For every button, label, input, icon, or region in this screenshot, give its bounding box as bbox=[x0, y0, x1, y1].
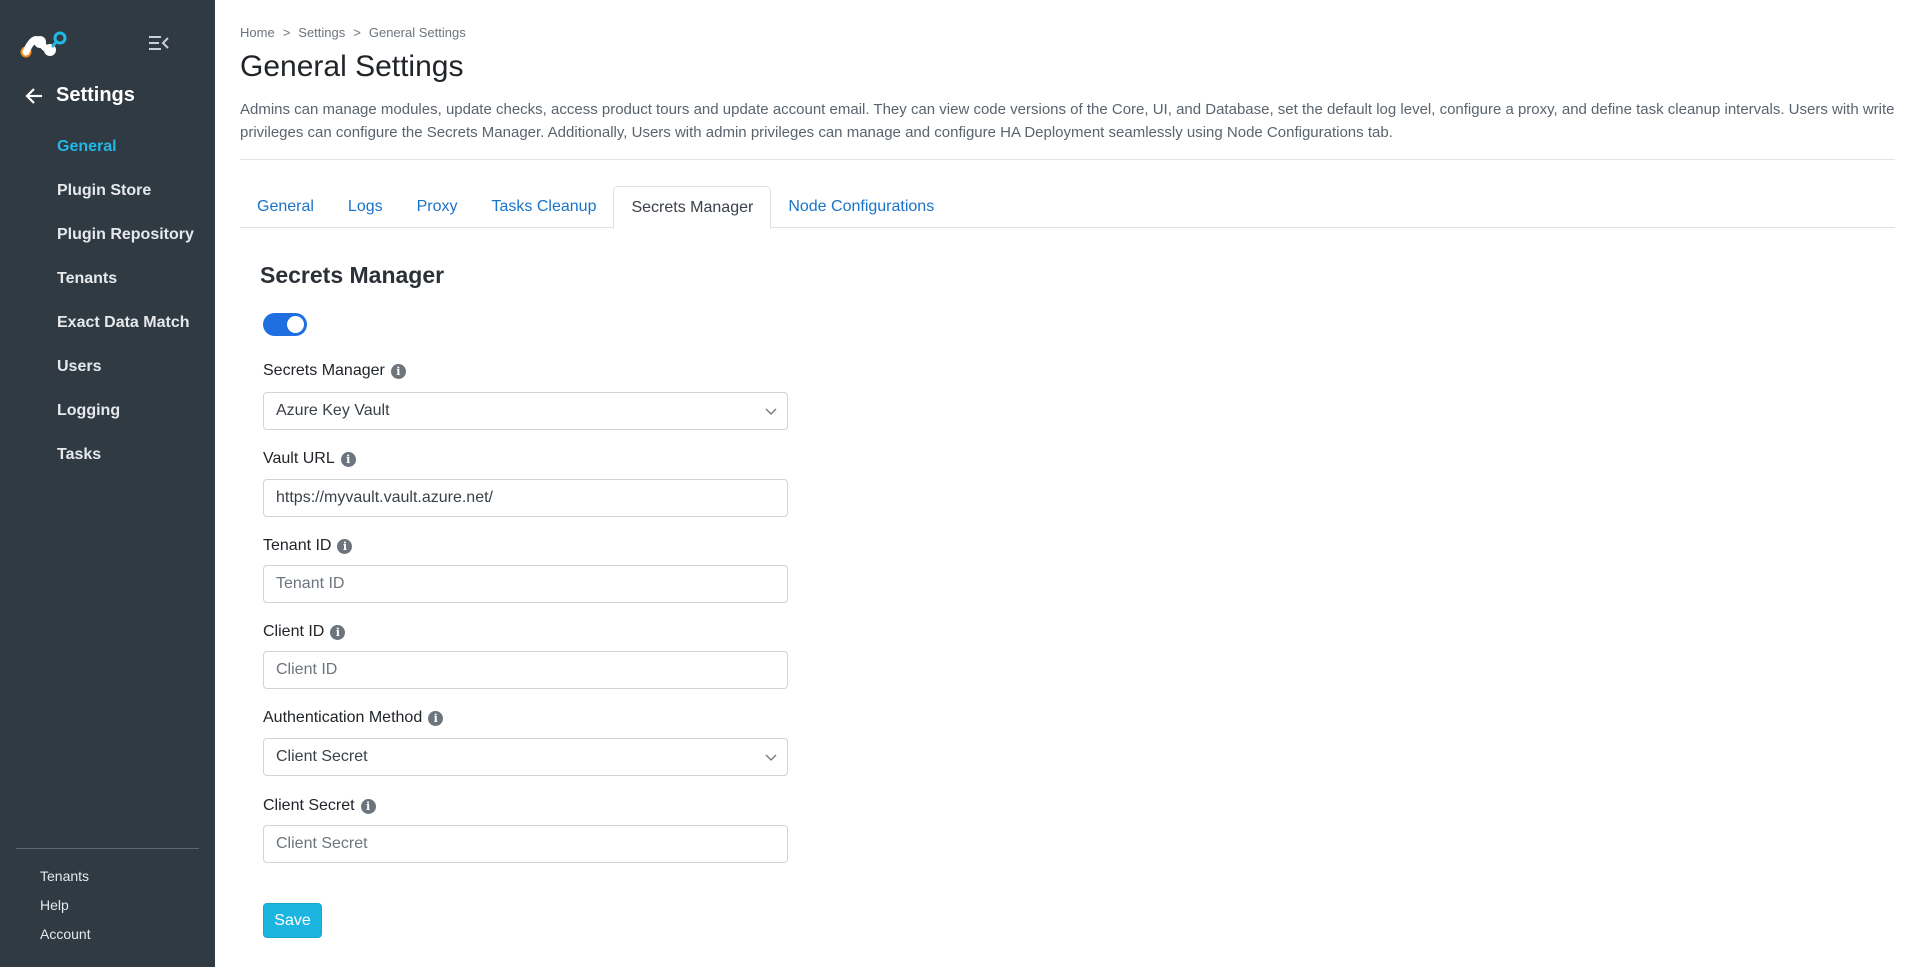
sidebar-item-exact-data-match[interactable]: Exact Data Match bbox=[57, 310, 194, 354]
section-title: Secrets Manager bbox=[260, 262, 445, 288]
header-divider bbox=[240, 159, 1895, 160]
toggle-knob bbox=[287, 316, 304, 333]
info-icon[interactable]: i bbox=[340, 451, 356, 467]
page-title: General Settings bbox=[240, 50, 464, 83]
client-id-label-text: Client ID bbox=[263, 623, 325, 640]
sidebar-bottom-account[interactable]: Account bbox=[40, 924, 91, 953]
logo-icon[interactable] bbox=[20, 30, 72, 60]
sidebar-bottom-nav: Tenants Help Account bbox=[40, 866, 91, 953]
auth-method-select[interactable]: Client Secret bbox=[263, 738, 788, 776]
client-id-input[interactable] bbox=[263, 651, 788, 689]
tab-logs[interactable]: Logs bbox=[331, 186, 400, 228]
tab-node-configurations[interactable]: Node Configurations bbox=[771, 186, 951, 228]
tab-secrets-manager[interactable]: Secrets Manager bbox=[613, 186, 772, 229]
sidebar-item-logging[interactable]: Logging bbox=[57, 398, 194, 442]
sidebar-item-general[interactable]: General bbox=[57, 134, 194, 178]
sidebar-item-plugin-store[interactable]: Plugin Store bbox=[57, 178, 194, 222]
secrets-manager-label-text: Secrets Manager bbox=[263, 362, 385, 379]
tenant-id-label-text: Tenant ID bbox=[263, 537, 332, 554]
client-secret-label-text: Client Secret bbox=[263, 797, 355, 814]
settings-back-link[interactable]: Settings bbox=[24, 84, 135, 107]
auth-method-label: Authentication Method i bbox=[263, 709, 444, 727]
breadcrumb-home[interactable]: Home bbox=[240, 25, 275, 40]
info-icon[interactable]: i bbox=[337, 538, 353, 554]
sidebar-item-users[interactable]: Users bbox=[57, 354, 194, 398]
auth-method-label-text: Authentication Method bbox=[263, 709, 423, 726]
vault-url-label: Vault URL i bbox=[263, 450, 356, 468]
sidebar: Settings General Plugin Store Plugin Rep… bbox=[0, 0, 215, 967]
sidebar-item-tenants[interactable]: Tenants bbox=[57, 266, 194, 310]
sidebar-bottom-tenants[interactable]: Tenants bbox=[40, 866, 91, 895]
breadcrumb-settings[interactable]: Settings bbox=[298, 25, 345, 40]
menu-collapse-icon[interactable] bbox=[148, 34, 170, 52]
settings-tabs: General Logs Proxy Tasks Cleanup Secrets… bbox=[240, 186, 1895, 229]
client-secret-label: Client Secret i bbox=[263, 797, 376, 815]
vault-url-input[interactable] bbox=[263, 479, 788, 517]
client-id-label: Client ID i bbox=[263, 623, 346, 641]
save-button[interactable]: Save bbox=[263, 903, 322, 938]
tab-proxy[interactable]: Proxy bbox=[400, 186, 475, 228]
sidebar-divider bbox=[16, 848, 199, 849]
chevron-down-icon bbox=[765, 754, 777, 761]
secrets-manager-select-value: Azure Key Vault bbox=[276, 402, 390, 419]
sidebar-nav: General Plugin Store Plugin Repository T… bbox=[57, 134, 194, 486]
tenant-id-label: Tenant ID i bbox=[263, 537, 353, 555]
chevron-down-icon bbox=[765, 408, 777, 415]
sidebar-item-plugin-repository[interactable]: Plugin Repository bbox=[57, 222, 194, 266]
tab-tasks-cleanup[interactable]: Tasks Cleanup bbox=[475, 186, 614, 228]
sidebar-bottom-help[interactable]: Help bbox=[40, 895, 91, 924]
sidebar-item-tasks[interactable]: Tasks bbox=[57, 442, 194, 486]
client-secret-input[interactable] bbox=[263, 825, 788, 863]
info-icon[interactable]: i bbox=[360, 798, 376, 814]
sidebar-title: Settings bbox=[56, 84, 135, 106]
breadcrumb-current: General Settings bbox=[368, 25, 466, 40]
breadcrumb: Home > Settings > General Settings bbox=[240, 25, 466, 40]
auth-method-select-value: Client Secret bbox=[276, 748, 368, 765]
breadcrumb-separator: > bbox=[353, 25, 361, 40]
vault-url-label-text: Vault URL bbox=[263, 450, 335, 467]
arrow-left-icon bbox=[25, 87, 42, 104]
tab-general[interactable]: General bbox=[240, 186, 331, 228]
page-description: Admins can manage modules, update checks… bbox=[240, 101, 1895, 141]
secrets-manager-toggle[interactable] bbox=[263, 313, 307, 336]
info-icon[interactable]: i bbox=[390, 363, 406, 379]
tenant-id-input[interactable] bbox=[263, 565, 788, 603]
secrets-manager-select[interactable]: Azure Key Vault bbox=[263, 392, 788, 430]
info-icon[interactable]: i bbox=[428, 710, 444, 726]
info-icon[interactable]: i bbox=[330, 624, 346, 640]
breadcrumb-separator: > bbox=[282, 25, 291, 40]
secrets-manager-label: Secrets Manager i bbox=[263, 362, 406, 380]
